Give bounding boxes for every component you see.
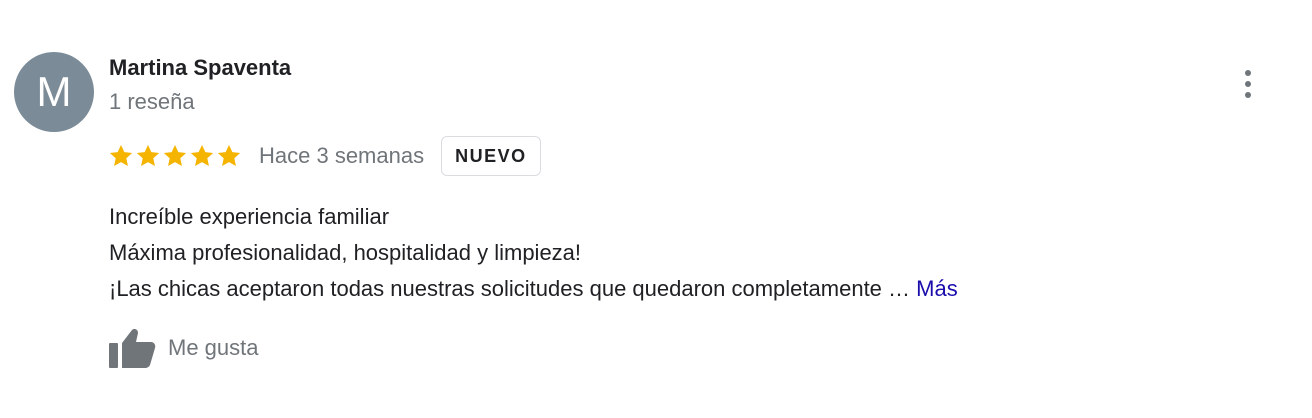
author-name[interactable]: Martina Spaventa [109,55,291,81]
star-icon [109,144,133,166]
more-vert-icon-dot [1245,92,1251,98]
more-vert-icon [1245,70,1251,76]
review-text-line-content: ¡Las chicas aceptaron todas nuestras sol… [109,276,911,301]
star-icon [163,144,187,166]
review-text-line: ¡Las chicas aceptaron todas nuestras sol… [109,271,958,307]
like-button[interactable]: Me gusta [108,326,259,370]
rating-row: Hace 3 semanas NUEVO [108,134,541,178]
review-count[interactable]: 1 reseña [109,89,195,115]
more-link[interactable]: Más [916,276,958,301]
more-vert-icon-dot [1245,81,1251,87]
new-badge: NUEVO [441,136,541,176]
star-icon [217,144,241,166]
review-text: Increíble experiencia familiar Máxima pr… [109,199,958,307]
thumbs-up-icon [109,329,156,368]
like-label: Me gusta [168,335,259,360]
star-icon [136,144,160,166]
star-rating [108,143,242,169]
star-icon [190,144,214,166]
review-time: Hace 3 semanas [259,143,425,168]
review-text-line: Máxima profesionalidad, hospitalidad y l… [109,240,582,265]
more-options-button[interactable] [1233,66,1263,102]
review-text-line: Increíble experiencia familiar [109,204,390,229]
avatar[interactable]: M [14,52,94,132]
